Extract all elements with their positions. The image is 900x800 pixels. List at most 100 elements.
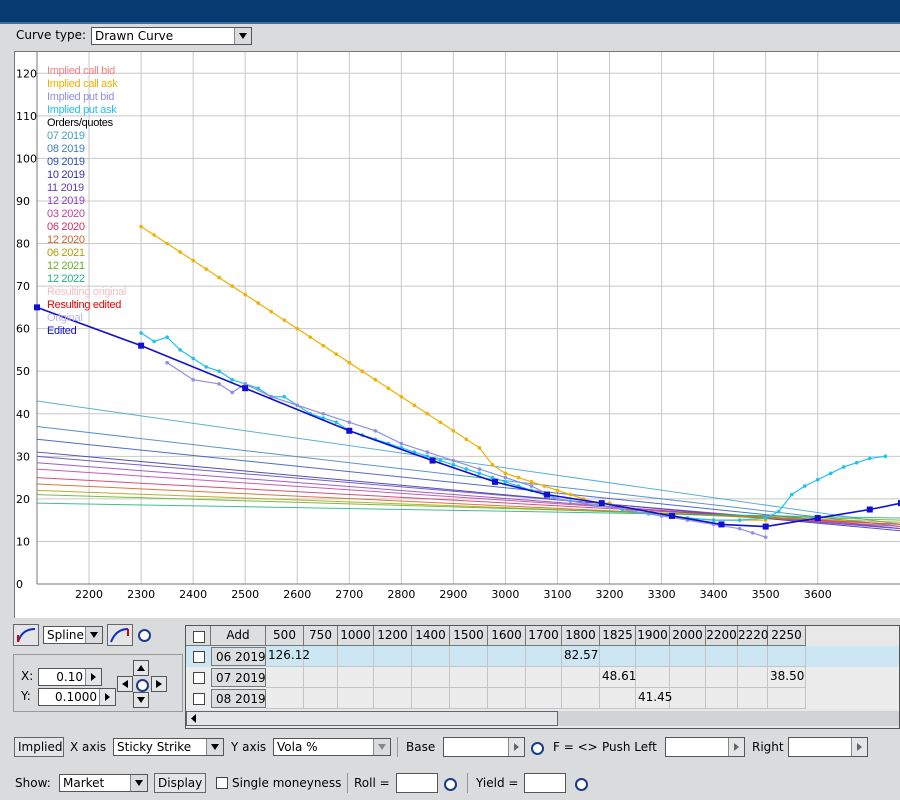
show-select[interactable]: Market bbox=[59, 774, 148, 792]
table-cell[interactable] bbox=[374, 646, 412, 667]
nudge-center-icon[interactable] bbox=[136, 679, 149, 692]
table-cell[interactable] bbox=[488, 667, 526, 688]
table-cell[interactable] bbox=[670, 646, 706, 667]
table-cell[interactable]: 48.61 bbox=[600, 667, 636, 688]
push-right-field[interactable] bbox=[788, 737, 868, 757]
table-cell[interactable] bbox=[670, 667, 706, 688]
table-cell[interactable] bbox=[738, 646, 768, 667]
select-all-checkbox[interactable] bbox=[193, 631, 205, 643]
table-cell[interactable] bbox=[374, 667, 412, 688]
row-expiry-label[interactable]: 08 2019 bbox=[211, 689, 266, 708]
series-point bbox=[477, 467, 482, 471]
series-point bbox=[230, 390, 234, 395]
table-cell[interactable] bbox=[412, 646, 450, 667]
table-cell[interactable] bbox=[738, 688, 768, 709]
scrollbar-track[interactable] bbox=[558, 711, 899, 726]
table-cell[interactable]: 126.12 bbox=[266, 646, 310, 667]
table-cell[interactable] bbox=[266, 667, 304, 688]
row-checkbox[interactable] bbox=[193, 672, 205, 684]
table-cell[interactable] bbox=[450, 688, 488, 709]
roll-apply-icon[interactable] bbox=[444, 778, 457, 791]
table-cell[interactable] bbox=[738, 667, 768, 688]
column-header[interactable]: 1000 bbox=[338, 626, 374, 646]
table-cell[interactable] bbox=[706, 688, 738, 709]
column-header[interactable]: 1500 bbox=[450, 626, 488, 646]
table-cell[interactable]: 82.57 bbox=[562, 646, 600, 667]
table-cell[interactable] bbox=[600, 688, 636, 709]
base-apply-icon[interactable] bbox=[531, 742, 544, 755]
reset-circle-icon[interactable] bbox=[138, 629, 151, 642]
table-cell[interactable] bbox=[636, 667, 670, 688]
column-header[interactable]: 750 bbox=[304, 626, 338, 646]
column-header[interactable]: 1700 bbox=[526, 626, 562, 646]
table-cell[interactable] bbox=[374, 688, 412, 709]
column-header[interactable]: 2220 bbox=[738, 626, 769, 646]
row-checkbox[interactable] bbox=[193, 651, 205, 663]
table-cell[interactable]: 41.45 bbox=[636, 688, 672, 709]
curve-type-select[interactable]: Drawn Curve bbox=[91, 27, 252, 45]
interpolation-select[interactable]: Spline bbox=[43, 626, 103, 644]
table-cell[interactable] bbox=[304, 646, 338, 667]
column-header[interactable]: 1900 bbox=[636, 626, 670, 646]
nudge-right-button[interactable] bbox=[151, 676, 167, 692]
table-cell[interactable] bbox=[450, 646, 488, 667]
row-checkbox[interactable] bbox=[193, 693, 205, 705]
table-cell[interactable] bbox=[562, 688, 600, 709]
column-header[interactable]: 1800 bbox=[562, 626, 600, 646]
column-header[interactable]: 1825 bbox=[600, 626, 636, 646]
roll-field[interactable] bbox=[396, 773, 438, 793]
table-cell[interactable] bbox=[412, 667, 450, 688]
table-cell[interactable] bbox=[526, 667, 562, 688]
table-cell[interactable] bbox=[488, 688, 526, 709]
yield-apply-icon[interactable] bbox=[575, 778, 588, 791]
table-cell[interactable] bbox=[768, 646, 806, 667]
add-column-header[interactable]: Add bbox=[211, 626, 266, 646]
table-cell[interactable] bbox=[562, 667, 600, 688]
table-cell[interactable]: 38.50 bbox=[768, 667, 806, 688]
table-cell[interactable] bbox=[488, 646, 526, 667]
table-cell[interactable] bbox=[450, 667, 488, 688]
table-cell[interactable] bbox=[304, 667, 338, 688]
table-cell[interactable] bbox=[266, 688, 304, 709]
nudge-up-button[interactable] bbox=[133, 660, 149, 676]
table-cell[interactable] bbox=[338, 646, 374, 667]
x-axis-select[interactable]: Sticky Strike bbox=[113, 738, 224, 756]
x-step-field[interactable]: 0.10 bbox=[38, 668, 102, 686]
single-moneyness-checkbox[interactable] bbox=[216, 777, 228, 789]
implied-button[interactable]: Implied bbox=[14, 737, 64, 757]
nudge-left-button[interactable] bbox=[117, 676, 133, 692]
horizontal-scrollbar[interactable] bbox=[186, 711, 558, 726]
volatility-chart[interactable]: 2200 2300 2400 2500 2600 2700 2800 2900 3000 3100… bbox=[14, 51, 900, 618]
column-header[interactable]: 2000 bbox=[670, 626, 706, 646]
table-cell[interactable] bbox=[338, 688, 374, 709]
table-cell[interactable] bbox=[768, 688, 806, 709]
display-button[interactable]: Display bbox=[154, 773, 206, 793]
column-header[interactable]: 2250 bbox=[768, 626, 806, 646]
table-cell[interactable] bbox=[526, 688, 562, 709]
table-cell[interactable] bbox=[526, 646, 562, 667]
curve-shape-right-button[interactable] bbox=[107, 624, 133, 646]
base-field[interactable] bbox=[443, 737, 525, 757]
row-expiry-label[interactable]: 06 2019 bbox=[211, 647, 266, 666]
column-header[interactable]: 500 bbox=[266, 626, 304, 646]
column-header[interactable]: 1600 bbox=[488, 626, 526, 646]
series-point bbox=[451, 428, 456, 433]
curve-shape-left-button[interactable] bbox=[13, 624, 39, 646]
table-cell[interactable] bbox=[706, 646, 738, 667]
table-cell[interactable] bbox=[636, 646, 670, 667]
yield-field[interactable] bbox=[524, 773, 566, 793]
table-cell[interactable] bbox=[338, 667, 374, 688]
table-cell[interactable] bbox=[706, 667, 738, 688]
table-cell[interactable] bbox=[304, 688, 338, 709]
table-cell[interactable] bbox=[412, 688, 450, 709]
column-header[interactable]: 2200 bbox=[706, 626, 738, 646]
table-cell[interactable] bbox=[600, 646, 636, 667]
column-header[interactable]: 1400 bbox=[412, 626, 450, 646]
push-left-field[interactable] bbox=[665, 737, 745, 757]
y-step-field[interactable]: 0.1000 bbox=[38, 688, 116, 706]
y-axis-select[interactable]: Vola % bbox=[273, 738, 391, 756]
nudge-down-button[interactable] bbox=[133, 692, 149, 708]
row-expiry-label[interactable]: 07 2019 bbox=[211, 668, 266, 687]
table-cell[interactable] bbox=[670, 688, 706, 709]
column-header[interactable]: 1200 bbox=[374, 626, 412, 646]
